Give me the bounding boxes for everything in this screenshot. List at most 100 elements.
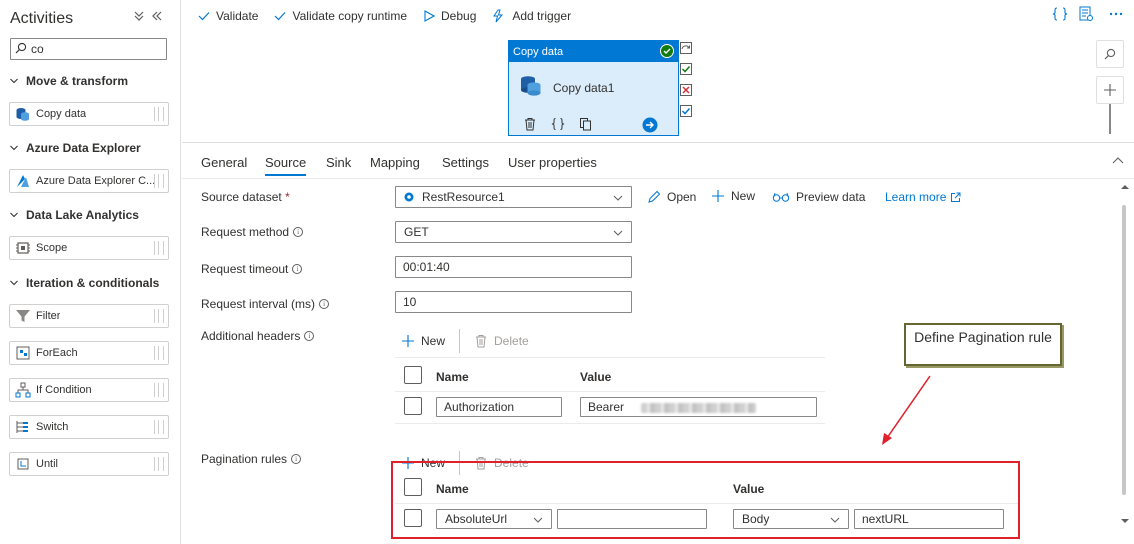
drag-grip-icon[interactable] <box>154 346 164 360</box>
code-icon[interactable] <box>551 117 565 134</box>
activity-foreach[interactable]: ForEach <box>9 341 169 365</box>
activity-copy-data[interactable]: Copy data <box>9 102 169 126</box>
drag-grip-icon[interactable] <box>154 174 164 188</box>
headers-value-column: Value <box>580 370 612 384</box>
header-row-checkbox[interactable] <box>404 397 422 415</box>
request-interval-input[interactable] <box>395 291 632 313</box>
scroll-down-icon[interactable] <box>1120 517 1130 525</box>
external-link-icon <box>951 192 961 202</box>
headers-name-column: Name <box>436 370 469 384</box>
source-dataset-select[interactable]: RestResource1 <box>395 186 632 208</box>
success-handle-icon[interactable] <box>680 63 692 75</box>
drag-grip-icon[interactable] <box>154 107 164 121</box>
skip-handle-icon[interactable] <box>680 42 692 54</box>
tab-user-properties[interactable]: User properties <box>508 155 597 170</box>
drag-grip-icon[interactable] <box>154 420 164 434</box>
tab-sink[interactable]: Sink <box>326 155 351 170</box>
completion-handle-icon[interactable] <box>680 105 692 117</box>
activity-search[interactable] <box>10 38 167 60</box>
activity-switch[interactable]: Switch <box>9 415 169 439</box>
node-output-handles <box>680 42 694 126</box>
chevron-up-icon[interactable] <box>1112 155 1124 170</box>
node-body: Copy data1 <box>509 62 678 101</box>
debug-button[interactable]: Debug <box>423 9 476 23</box>
activity-if-condition[interactable]: If Condition <box>9 378 169 402</box>
activity-label: Azure Data Explorer C... <box>36 175 156 187</box>
zoom-slider[interactable] <box>1109 104 1111 134</box>
plus-icon <box>712 190 724 202</box>
info-icon[interactable]: i <box>293 227 304 237</box>
azure-data-explorer-icon <box>15 173 31 189</box>
activity-azure-data-explorer-command[interactable]: Azure Data Explorer C... <box>9 169 169 193</box>
activity-until[interactable]: Until <box>9 452 169 476</box>
info-icon[interactable]: i <box>304 331 315 341</box>
until-icon <box>15 456 31 472</box>
validate-copy-runtime-button[interactable]: Validate copy runtime <box>274 9 407 23</box>
request-timeout-label: Request timeout i <box>201 262 303 276</box>
activity-scope[interactable]: Scope <box>9 236 169 260</box>
double-chevron-left-icon[interactable] <box>152 10 162 24</box>
annotation-arrow <box>882 375 931 445</box>
learn-more-link[interactable]: Learn more <box>885 190 967 204</box>
arrow-right-circle-icon[interactable] <box>642 117 658 136</box>
delete-header-button[interactable]: Delete <box>474 334 529 348</box>
pagination-rules-label: Pagination rules i <box>201 452 302 466</box>
filter-icon <box>15 308 31 324</box>
category-azure-data-explorer[interactable]: Azure Data Explorer <box>10 141 141 155</box>
annotation-callout: Define Pagination rule <box>904 323 1062 366</box>
header-name-input[interactable] <box>436 397 562 417</box>
info-icon[interactable]: i <box>291 454 302 464</box>
drag-grip-icon[interactable] <box>154 241 164 255</box>
validate-button[interactable]: Validate <box>198 9 258 23</box>
zoom-in-button[interactable] <box>1096 76 1124 104</box>
activity-label: ForEach <box>36 347 78 359</box>
category-iteration-conditionals[interactable]: Iteration & conditionals <box>10 276 159 290</box>
properties-icon[interactable] <box>1078 6 1094 25</box>
double-chevron-down-icon[interactable] <box>134 10 144 24</box>
request-method-select[interactable]: GET <box>395 221 632 243</box>
preview-data-button[interactable]: Preview data <box>772 190 865 204</box>
drag-grip-icon[interactable] <box>154 383 164 397</box>
pipeline-canvas[interactable]: Copy data Copy data1 <box>182 32 1134 142</box>
copy-data-activity-node[interactable]: Copy data Copy data1 <box>508 40 679 136</box>
tab-settings[interactable]: Settings <box>442 155 489 170</box>
activities-pane: Activities Move & transform Copy data Az… <box>0 0 181 544</box>
info-icon[interactable]: i <box>292 264 303 274</box>
search-icon <box>1104 48 1116 60</box>
open-dataset-button[interactable]: Open <box>647 190 696 204</box>
clone-icon[interactable] <box>579 117 593 134</box>
failure-handle-icon[interactable] <box>680 84 692 96</box>
tab-source[interactable]: Source <box>265 155 307 176</box>
delete-icon[interactable] <box>523 117 537 134</box>
drag-grip-icon[interactable] <box>154 457 164 471</box>
validate-copy-runtime-label: Validate copy runtime <box>292 9 407 23</box>
chevron-down-icon <box>10 280 18 286</box>
activities-title: Activities <box>10 10 74 27</box>
scroll-up-icon[interactable] <box>1120 183 1130 191</box>
tab-general[interactable]: General <box>201 155 247 170</box>
category-data-lake-analytics[interactable]: Data Lake Analytics <box>10 208 139 222</box>
header-value-input[interactable]: Bearer <box>580 397 817 417</box>
more-options-icon[interactable] <box>1108 6 1124 25</box>
drag-grip-icon[interactable] <box>154 309 164 323</box>
code-icon[interactable] <box>1052 6 1068 25</box>
properties-scrollbar[interactable] <box>1120 183 1130 533</box>
category-label: Move & transform <box>26 74 129 88</box>
request-timeout-input[interactable] <box>395 256 632 278</box>
activity-label: Switch <box>36 421 69 433</box>
success-check-icon <box>660 44 674 61</box>
activity-label: Until <box>36 458 59 470</box>
scrollbar-thumb[interactable] <box>1122 205 1126 495</box>
category-move-transform[interactable]: Move & transform <box>10 74 128 88</box>
info-icon[interactable]: i <box>319 299 330 309</box>
search-input[interactable] <box>31 42 156 56</box>
headers-select-all-checkbox[interactable] <box>404 366 422 384</box>
new-dataset-button[interactable]: New <box>711 189 755 203</box>
search-canvas-button[interactable] <box>1096 40 1124 68</box>
new-header-button[interactable]: New <box>401 334 445 348</box>
node-name: Copy data1 <box>553 80 615 95</box>
tab-mapping[interactable]: Mapping <box>370 155 420 170</box>
scope-icon <box>15 240 31 256</box>
activity-filter[interactable]: Filter <box>9 304 169 328</box>
add-trigger-button[interactable]: Add trigger <box>492 9 571 23</box>
